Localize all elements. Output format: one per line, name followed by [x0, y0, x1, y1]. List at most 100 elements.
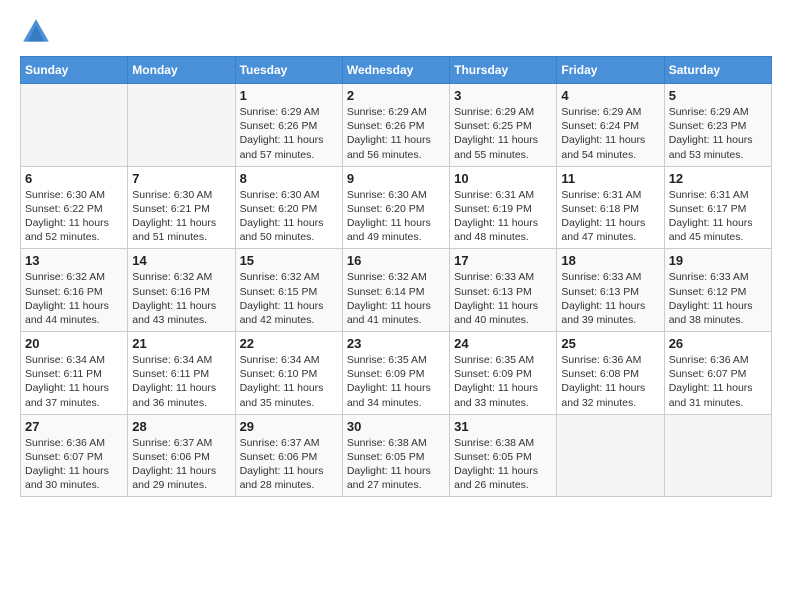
- sunrise-text: Sunrise: 6:37 AM: [132, 437, 212, 449]
- daylight-text: Daylight: 11 hours and 41 minutes.: [347, 300, 431, 326]
- calendar-cell: 12Sunrise: 6:31 AMSunset: 6:17 PMDayligh…: [664, 166, 771, 249]
- calendar-week-2: 13Sunrise: 6:32 AMSunset: 6:16 PMDayligh…: [21, 249, 772, 332]
- daylight-text: Daylight: 11 hours and 48 minutes.: [454, 217, 538, 243]
- sunset-text: Sunset: 6:26 PM: [347, 120, 425, 132]
- calendar-cell: 8Sunrise: 6:30 AMSunset: 6:20 PMDaylight…: [235, 166, 342, 249]
- calendar-cell: 14 Sunrise: 6:32 AMSunset: 6:16 PMDayligh…: [128, 249, 235, 332]
- sunrise-text: Sunrise: 6:33 AM: [454, 271, 534, 283]
- sunset-text: Sunset: 6:09 PM: [347, 368, 425, 380]
- daylight-text: Daylight: 11 hours and 55 minutes.: [454, 134, 538, 160]
- calendar-week-3: 20 Sunrise: 6:34 AM Sunset: 6:11 PM Dayligh…: [21, 332, 772, 415]
- daylight-text: Daylight: 11 hours and 53 minutes.: [669, 134, 753, 160]
- sunrise-text: Sunrise: 6:38 AM: [347, 437, 427, 449]
- day-info: Sunrise: 6:32 AMSunset: 6:14 PMDaylight:…: [347, 270, 445, 327]
- calendar-cell: [21, 84, 128, 167]
- page: Sunday Monday Tuesday Wednesday Thursday…: [0, 0, 792, 612]
- calendar-cell: 25Sunrise: 6:36 AMSunset: 6:08 PMDayligh…: [557, 332, 664, 415]
- sunset-text: Sunset: 6:10 PM: [240, 368, 318, 380]
- calendar-cell: 19Sunrise: 6:33 AMSunset: 6:12 PMDayligh…: [664, 249, 771, 332]
- calendar-cell: 23Sunrise: 6:35 AMSunset: 6:09 PMDayligh…: [342, 332, 449, 415]
- calendar-cell: 27Sunrise: 6:36 AMSunset: 6:07 PMDayligh…: [21, 414, 128, 497]
- sunrise-text: Sunrise: 6:29 AM: [561, 106, 641, 118]
- sunrise-text: Sunrise: 6:29 AM: [454, 106, 534, 118]
- day-info: Sunrise: 6:32 AMSunset: 6:16 PMDaylight:…: [132, 270, 230, 327]
- sunset-text: Sunset: 6:14 PM: [347, 286, 425, 298]
- daylight-text: Daylight: 11 hours and 42 minutes.: [240, 300, 324, 326]
- sunset-text: Sunset: 6:11 PM: [132, 368, 209, 380]
- sunset-text: Sunset: 6:15 PM: [240, 286, 318, 298]
- calendar-cell: 17 Sunrise: 6:33 AMSunset: 6:13 PMDayligh…: [450, 249, 557, 332]
- daylight-text: Daylight: 11 hours and 57 minutes.: [240, 134, 324, 160]
- day-number: 20: [25, 336, 123, 351]
- sunset-text: Sunset: 6:08 PM: [561, 368, 639, 380]
- day-number: 16: [347, 253, 445, 268]
- calendar-body: 1Sunrise: 6:29 AMSunset: 6:26 PMDaylight…: [21, 84, 772, 497]
- calendar-cell: 9Sunrise: 6:30 AMSunset: 6:20 PMDaylight…: [342, 166, 449, 249]
- sunset-text: Sunset: 6:05 PM: [347, 451, 425, 463]
- sunrise-text: Sunrise: 6:36 AM: [669, 354, 749, 366]
- sunrise-text: Sunrise: 6:33 AM: [669, 271, 749, 283]
- day-number: 31: [454, 419, 552, 434]
- daylight-text: Daylight: 11 hours and 34 minutes.: [347, 382, 431, 408]
- daylight-text: Daylight: 11 hours and 26 minutes.: [454, 465, 538, 491]
- day-info: Sunrise: 6:29 AMSunset: 6:23 PMDaylight:…: [669, 105, 767, 162]
- day-number: 14: [132, 253, 230, 268]
- day-info: Sunrise: 6:29 AMSunset: 6:26 PMDaylight:…: [347, 105, 445, 162]
- day-info: Sunrise: 6:34 AM Sunset: 6:10 PM Daylight:…: [240, 353, 338, 410]
- logo: [20, 16, 56, 48]
- day-info: Sunrise: 6:33 AMSunset: 6:13 PMDaylight:…: [454, 270, 552, 327]
- sunrise-text: Sunrise: 6:33 AM: [561, 271, 641, 283]
- header-row: Sunday Monday Tuesday Wednesday Thursday…: [21, 57, 772, 84]
- calendar-cell: 3Sunrise: 6:29 AMSunset: 6:25 PMDaylight…: [450, 84, 557, 167]
- calendar-cell: 7Sunrise: 6:30 AMSunset: 6:21 PMDaylight…: [128, 166, 235, 249]
- day-number: 17: [454, 253, 552, 268]
- day-number: 2: [347, 88, 445, 103]
- daylight-text: Daylight: 11 hours and 50 minutes.: [240, 217, 324, 243]
- day-info: Sunrise: 6:31 AMSunset: 6:17 PMDaylight:…: [669, 188, 767, 245]
- calendar-cell: 1Sunrise: 6:29 AMSunset: 6:26 PMDaylight…: [235, 84, 342, 167]
- day-info: Sunrise: 6:34 AMSunset: 6:11 PMDaylight:…: [25, 353, 123, 410]
- daylight-text: Daylight: 11 hours and 29 minutes.: [132, 465, 216, 491]
- col-friday: Friday: [557, 57, 664, 84]
- daylight-text: Daylight: 11 hours and 47 minutes.: [561, 217, 645, 243]
- sunrise-text: Sunrise: 6:31 AM: [561, 189, 641, 201]
- sunrise-text: Sunrise: 6:30 AM: [25, 189, 105, 201]
- sunset-text: Sunset: 6:24 PM: [561, 120, 639, 132]
- sunrise-text: Sunrise: 6:34 AM: [25, 354, 105, 366]
- day-number: 10: [454, 171, 552, 186]
- sunrise-text: Sunrise: 6:32 AM: [240, 271, 320, 283]
- sunset-text: Sunset: 6:11 PM: [25, 368, 102, 380]
- sunrise-text: Sunrise: 6:38 AM: [454, 437, 534, 449]
- daylight-text: Daylight: 11 hours and 39 minutes.: [561, 300, 645, 326]
- sunrise-text: Sunrise: 6:34 AM: [132, 354, 212, 366]
- day-number: 21: [132, 336, 230, 351]
- logo-icon: [20, 16, 52, 48]
- daylight-text: Daylight: 11 hours and 49 minutes.: [347, 217, 431, 243]
- calendar-cell: 10Sunrise: 6:31 AMSunset: 6:19 PMDayligh…: [450, 166, 557, 249]
- daylight-text: Daylight: 11 hours and 52 minutes.: [25, 217, 109, 243]
- day-number: 22: [240, 336, 338, 351]
- sunrise-text: Sunrise: 6:29 AM: [347, 106, 427, 118]
- daylight-text: Daylight: 11 hours and 30 minutes.: [25, 465, 109, 491]
- day-number: 8: [240, 171, 338, 186]
- sunrise-text: Sunrise: 6:36 AM: [25, 437, 105, 449]
- calendar-cell: 6Sunrise: 6:30 AMSunset: 6:22 PMDaylight…: [21, 166, 128, 249]
- calendar-week-4: 27Sunrise: 6:36 AMSunset: 6:07 PMDayligh…: [21, 414, 772, 497]
- day-number: 4: [561, 88, 659, 103]
- day-info: Sunrise: 6:32 AMSunset: 6:16 PMDaylight:…: [25, 270, 123, 327]
- sunset-text: Sunset: 6:21 PM: [132, 203, 210, 215]
- day-number: 7: [132, 171, 230, 186]
- daylight-text: Daylight: 11 hours and 35 minutes.: [240, 382, 324, 408]
- daylight-text: Daylight: 11 hours and 45 minutes.: [669, 217, 753, 243]
- calendar-cell: 22 Sunrise: 6:34 AM Sunset: 6:10 PM Dayligh…: [235, 332, 342, 415]
- day-info: Sunrise: 6:35 AMSunset: 6:09 PMDaylight:…: [454, 353, 552, 410]
- daylight-text: Daylight: 11 hours and 36 minutes.: [132, 382, 216, 408]
- day-number: 11: [561, 171, 659, 186]
- sunrise-text: Sunrise: 6:34 AM: [240, 354, 320, 366]
- sunrise-text: Sunrise: 6:30 AM: [347, 189, 427, 201]
- daylight-text: Daylight: 11 hours and 51 minutes.: [132, 217, 216, 243]
- sunrise-text: Sunrise: 6:31 AM: [669, 189, 749, 201]
- day-number: 29: [240, 419, 338, 434]
- day-info: Sunrise: 6:38 AMSunset: 6:05 PMDaylight:…: [347, 436, 445, 493]
- sunset-text: Sunset: 6:06 PM: [132, 451, 210, 463]
